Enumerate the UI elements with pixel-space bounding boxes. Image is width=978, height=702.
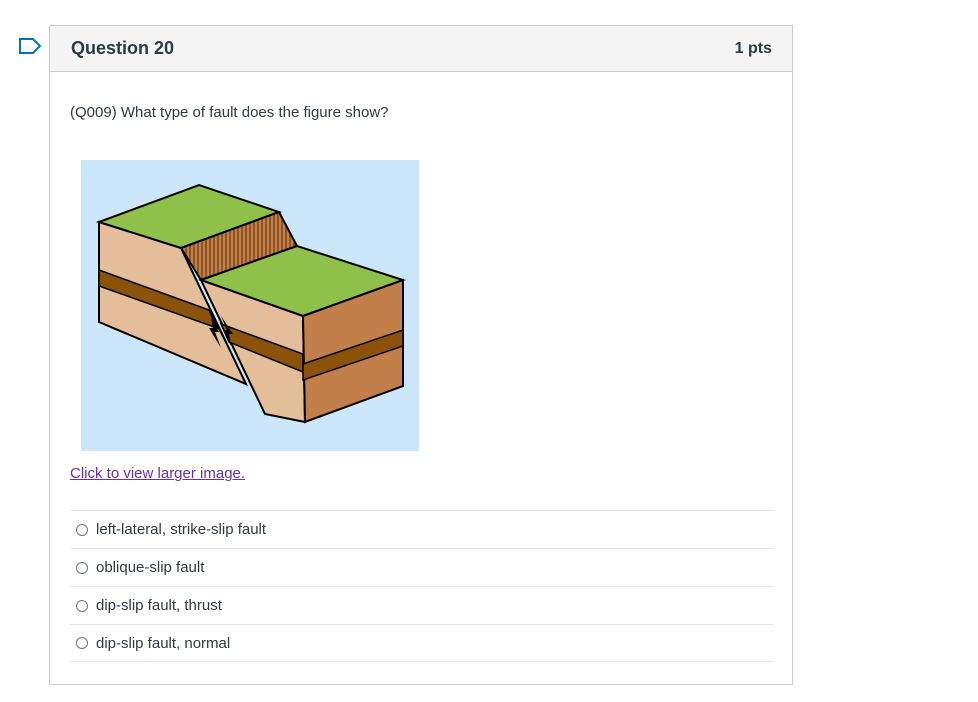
question-text: (Q009) What type of fault does the figur… (70, 104, 389, 121)
answer-label: dip-slip fault, thrust (96, 597, 222, 614)
question-header: Question 20 1 pts (50, 26, 792, 72)
view-larger-image-link[interactable]: Click to view larger image. (70, 465, 245, 482)
radio-icon[interactable] (76, 637, 88, 649)
question-title: Question 20 (71, 38, 175, 58)
question-card: Question 20 1 pts (Q009) What type of fa… (49, 25, 793, 685)
answer-option[interactable]: oblique-slip fault (70, 548, 774, 586)
answer-option[interactable]: dip-slip fault, thrust (70, 586, 774, 624)
radio-icon[interactable] (76, 523, 88, 536)
answer-option[interactable]: left-lateral, strike-slip fault (70, 510, 774, 548)
bookmark-flag-icon[interactable] (18, 38, 42, 54)
answer-label: dip-slip fault, normal (96, 634, 231, 652)
fault-diagram-image (81, 160, 419, 451)
question-points: 1 pts (734, 39, 772, 57)
answer-option[interactable]: dip-slip fault, normal (70, 624, 774, 662)
answer-label: oblique-slip fault (96, 559, 205, 576)
answer-list: left-lateral, strike-slip fault oblique-… (70, 510, 774, 662)
answer-label: left-lateral, strike-slip fault (96, 521, 267, 538)
radio-icon[interactable] (76, 599, 88, 612)
radio-icon[interactable] (76, 561, 88, 574)
